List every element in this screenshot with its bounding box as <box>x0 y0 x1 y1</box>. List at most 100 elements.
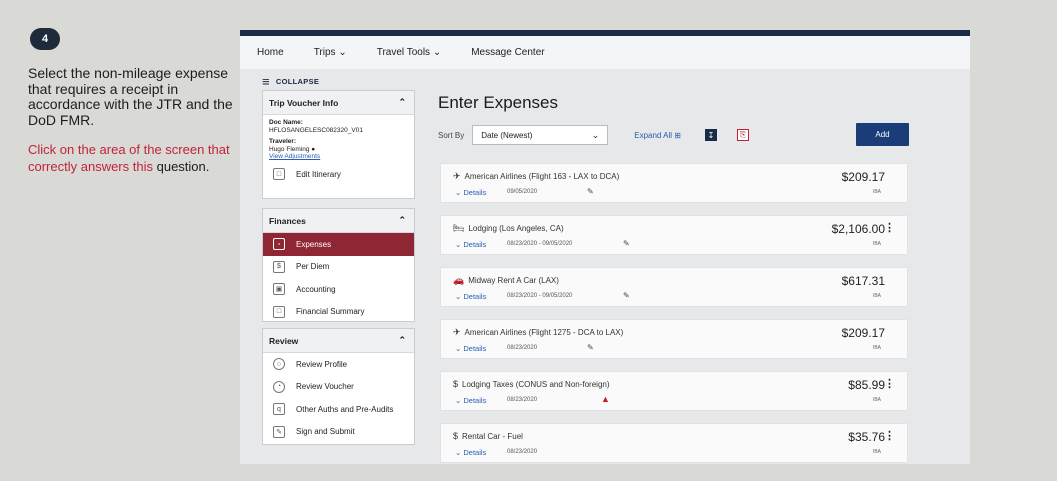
accounting-icon: ▣ <box>273 283 285 296</box>
details-label: Details <box>463 396 487 405</box>
expense-amount: $35.76 <box>848 430 885 444</box>
details-label: Details <box>463 344 487 353</box>
question-number-badge: 4 <box>30 28 60 50</box>
expense-tag: IBA <box>872 449 881 455</box>
chevron-up-icon: ⌃ <box>398 215 406 225</box>
trip-voucher-card: Trip Voucher Info ⌃ Doc Name: HFLOSANGEL… <box>262 90 415 199</box>
edit-pencil-icon[interactable]: ✎ <box>587 343 594 352</box>
details-label: Details <box>463 448 487 457</box>
nav-message-center[interactable]: Message Center <box>471 47 544 58</box>
collapse-sidebar-button[interactable]: ≡ COLLAPSE <box>262 74 319 89</box>
expense-amount: $617.31 <box>841 274 885 288</box>
nav-trips[interactable]: Trips ⌄ <box>314 47 347 58</box>
expense-date: 08/23/2020 <box>507 345 538 351</box>
sort-select[interactable]: Date (Newest) ⌄ <box>472 125 609 145</box>
review-voucher-label: Review Voucher <box>296 382 354 392</box>
traveler-label: Traveler: <box>269 138 297 145</box>
expense-tag: IBA <box>872 345 881 351</box>
nav-travel-tools[interactable]: Travel Tools ⌄ <box>377 47 442 58</box>
details-label: Details <box>463 240 487 249</box>
review-header[interactable]: Review ⌃ <box>263 329 414 353</box>
sidebar-item-financial-summary[interactable]: □ Financial Summary <box>263 301 414 324</box>
expense-tag: IBA <box>872 189 881 195</box>
more-options-icon[interactable]: ⋮ <box>884 221 895 234</box>
expenses-toolbar: Sort By Date (Newest) ⌄ Expand All ⊞ ↧ ⎘ <box>438 125 749 145</box>
sort-label: Sort By <box>438 130 465 140</box>
info-icon[interactable]: ● <box>311 146 315 153</box>
expense-tag: IBA <box>872 397 881 403</box>
warning-icon: ▲ <box>601 394 610 404</box>
details-toggle[interactable]: ⌄ Details <box>455 240 486 249</box>
more-options-icon[interactable]: ⋮ <box>884 429 895 442</box>
document-search-icon: q <box>273 403 285 416</box>
review-card: Review ⌃ ○ Review Profile ◔ Review Vouch… <box>262 328 415 445</box>
page-title: Enter Expenses <box>438 93 559 112</box>
expense-title-text: American Airlines (Flight 1275 - DCA to … <box>464 328 624 337</box>
sidebar-item-review-profile[interactable]: ○ Review Profile <box>263 353 414 376</box>
expense-title-text: Midway Rent A Car (LAX) <box>468 276 559 285</box>
finances-header[interactable]: Finances ⌃ <box>263 209 414 233</box>
expense-item[interactable]: ✈ American Airlines (Flight 163 - LAX to … <box>440 163 908 203</box>
top-nav: Home Trips ⌄ Travel Tools ⌄ Message Cent… <box>240 36 970 69</box>
sidebar-item-per-diem[interactable]: $ Per Diem <box>263 256 414 279</box>
pdf-icon[interactable]: ⎘ <box>736 129 749 141</box>
expense-item[interactable]: 🚗 Midway Rent A Car (LAX) ⌄ Details 08/23/2… <box>440 267 908 307</box>
expand-all-button[interactable]: Expand All ⊞ <box>634 131 681 140</box>
accounting-label: Accounting <box>296 284 336 294</box>
expense-date: 08/23/2020 <box>507 449 538 455</box>
edit-itinerary-label: Edit Itinerary <box>296 169 341 179</box>
profile-icon: ○ <box>273 358 285 371</box>
details-label: Details <box>463 292 487 301</box>
add-button[interactable]: Add <box>856 123 909 146</box>
plane-icon: ✈ <box>453 171 461 181</box>
expand-icon: ⊞ <box>674 130 681 140</box>
sidebar-item-review-voucher[interactable]: ◔ Review Voucher <box>263 376 414 399</box>
edit-pencil-icon[interactable]: ✎ <box>623 239 630 248</box>
doc-name-label: Doc Name: <box>269 119 303 126</box>
sidebar-item-accounting[interactable]: ▣ Accounting <box>263 278 414 301</box>
expense-title: 🚗 Midway Rent A Car (LAX) <box>453 275 559 286</box>
download-icon[interactable]: ↧ <box>704 129 717 141</box>
details-toggle[interactable]: ⌄ Details <box>455 344 486 353</box>
details-toggle[interactable]: ⌄ Details <box>455 448 486 457</box>
expense-item[interactable]: 🛏 Lodging (Los Angeles, CA) ⌄ Details 08/23… <box>440 215 908 255</box>
details-toggle[interactable]: ⌄ Details <box>455 396 486 405</box>
itinerary-icon: □ <box>273 168 285 181</box>
details-toggle[interactable]: ⌄ Details <box>455 188 486 197</box>
expense-date: 08/23/2020 - 09/05/2020 <box>507 293 573 299</box>
dollar-icon: $ <box>453 379 459 389</box>
bed-icon: 🛏 <box>453 223 465 233</box>
question-instruction: Click on the area of the screen that cor… <box>28 141 243 175</box>
details-label: Details <box>463 188 487 197</box>
finances-card: Finances ⌃ ▫ Expenses $ Per Diem ▣ Accou… <box>262 208 415 322</box>
per-diem-label: Per Diem <box>296 262 330 272</box>
nav-home[interactable]: Home <box>257 47 284 58</box>
expense-amount: $209.17 <box>841 326 885 340</box>
expense-date: 08/23/2020 <box>507 397 538 403</box>
instruction-dark-text: question. <box>156 159 210 174</box>
question-text: Select the non-mileage expense that requ… <box>28 65 233 128</box>
expense-item[interactable]: $ Rental Car - Fuel ⌄ Details 08/23/2020 $35… <box>440 423 908 463</box>
edit-pencil-icon[interactable]: ✎ <box>623 291 630 300</box>
expense-item[interactable]: $ Lodging Taxes (CONUS and Non-foreign) ⌄ … <box>440 371 908 411</box>
review-title: Review <box>269 335 299 346</box>
trip-voucher-header[interactable]: Trip Voucher Info ⌃ <box>263 91 414 115</box>
edit-pencil-icon[interactable]: ✎ <box>587 187 594 196</box>
sidebar-item-expenses[interactable]: ▫ Expenses <box>263 233 414 256</box>
dollar-icon: $ <box>453 431 459 441</box>
expense-title: $ Rental Car - Fuel <box>453 431 523 441</box>
sidebar-item-edit-itinerary[interactable]: □ Edit Itinerary <box>263 163 414 186</box>
sidebar-item-sign-submit[interactable]: ✎ Sign and Submit <box>263 421 414 444</box>
finances-title: Finances <box>269 215 306 226</box>
expense-title-text: American Airlines (Flight 163 - LAX to D… <box>464 172 620 181</box>
expenses-label: Expenses <box>296 239 332 249</box>
expense-item[interactable]: ✈ American Airlines (Flight 1275 - DCA to… <box>440 319 908 359</box>
more-options-icon[interactable]: ⋮ <box>884 377 895 390</box>
view-adjustments-link[interactable]: View Adjustments <box>263 153 414 160</box>
traveler-value: Hugo Fleming <box>269 145 310 153</box>
trip-voucher-title: Trip Voucher Info <box>269 97 339 108</box>
expense-tag: IBA <box>872 293 881 299</box>
details-toggle[interactable]: ⌄ Details <box>455 292 486 301</box>
sidebar-item-other-auths[interactable]: q Other Auths and Pre-Audits <box>263 398 414 421</box>
expense-tag: IBA <box>872 241 881 247</box>
